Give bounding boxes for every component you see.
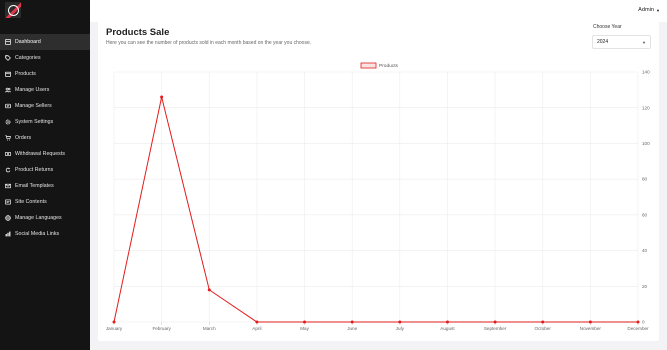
y-tick-label: 120 xyxy=(642,105,650,110)
x-tick-label: May xyxy=(300,326,309,331)
legend-label: Products xyxy=(379,63,399,69)
data-point[interactable] xyxy=(255,320,259,324)
data-point[interactable] xyxy=(588,320,592,324)
y-tick-label: 0 xyxy=(642,320,645,325)
x-tick-label: April xyxy=(252,326,261,331)
x-tick-label: October xyxy=(535,326,552,331)
x-tick-label: January xyxy=(106,326,123,331)
x-tick-label: December xyxy=(627,326,649,331)
data-point[interactable] xyxy=(303,320,307,324)
data-point[interactable] xyxy=(493,320,497,324)
data-point[interactable] xyxy=(445,320,449,324)
data-point[interactable] xyxy=(112,320,116,324)
x-tick-label: September xyxy=(484,326,507,331)
x-tick-label: March xyxy=(203,326,216,331)
y-tick-label: 80 xyxy=(642,177,648,182)
data-point[interactable] xyxy=(207,288,211,292)
data-point[interactable] xyxy=(160,95,164,99)
y-tick-label: 100 xyxy=(642,141,650,146)
data-point[interactable] xyxy=(541,320,545,324)
series-line-products xyxy=(113,96,638,323)
x-tick-label: February xyxy=(152,326,171,331)
data-point[interactable] xyxy=(398,320,402,324)
x-tick-label: July xyxy=(396,326,405,331)
y-tick-label: 60 xyxy=(642,212,648,217)
data-point[interactable] xyxy=(350,320,354,324)
products-sale-chart: 0 20 40 60 80 100 120 140 January February March Ap… xyxy=(106,62,650,331)
data-point[interactable] xyxy=(636,320,640,324)
y-tick-label: 20 xyxy=(642,284,648,289)
y-tick-label: 140 xyxy=(642,70,650,75)
legend-swatch[interactable] xyxy=(360,62,377,69)
x-tick-label: August xyxy=(440,326,455,331)
x-tick-label: June xyxy=(347,326,357,331)
x-tick-label: November xyxy=(580,326,602,331)
y-tick-label: 40 xyxy=(642,248,648,253)
